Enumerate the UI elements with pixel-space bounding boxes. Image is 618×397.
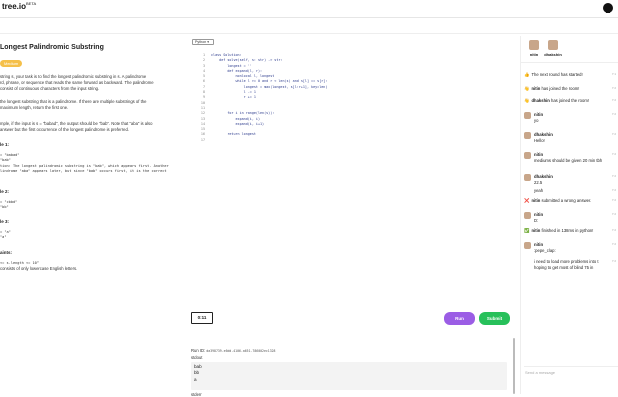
avatar [524,212,531,219]
example-output: "bab" [0,158,11,162]
example-3-title: le 3: [0,219,10,224]
message-text: i need to load more problems into t hopi… [534,259,599,270]
top-bar: tree.ioBETA [0,0,618,18]
timer-display: 0:11 [191,312,213,324]
chat-input[interactable]: Send a message [524,366,618,378]
avatar [524,112,531,119]
member-name: nitin [529,52,539,57]
avatar [524,242,531,249]
example-1-title: le 1: [0,142,10,147]
message-text: nitin has joined the room! [531,86,580,91]
member-nitin[interactable]: nitin [524,40,544,57]
language-select[interactable]: Python ▾ [192,39,214,45]
message-text: :pepe_clap: [534,247,556,253]
problem-title: Longest Palindromic Substring [0,44,104,51]
system-message: 👍 The next round has started! 7:1 [524,72,616,78]
chat-message: nitin D: 7:2 [524,212,616,223]
message-icon: ❌ [524,198,530,203]
message-time: 7:2 [611,242,616,246]
message-icon: 👍 [524,72,530,77]
message-text: D: [534,217,539,223]
stdout-line: a [194,376,197,382]
message-text: nitin submitted a wrong answer. [531,198,592,203]
message-time: 7:2 [611,212,616,216]
member-name: dhakshin [544,52,562,57]
example-explanation: lindrome "aba" appears later, but since … [0,169,167,173]
message-time: 7:2 [611,188,616,192]
code-editor[interactable]: class Solution: def solve(self, s: str) … [211,53,327,143]
message-icon: 👋 [524,98,530,103]
output-scrollbar[interactable] [513,338,515,394]
problem-panel: Longest Palindromic Substring Medium str… [0,36,184,394]
avatar [529,40,539,50]
problem-desc-line: answer but the first occurrence of the l… [0,127,129,132]
message-text: 22.5 [534,179,543,185]
example-2-title: le 2: [0,189,10,194]
output-panel: Run ID: da398739-e6dd-4106-a651-786002ec… [189,344,515,397]
system-message: i need to load more problems into t hopi… [524,259,616,270]
constraints-title: aints: [0,250,13,255]
stdout-label: stdout [191,355,203,360]
chat-message: nitin:pepe_clap: 7:2 [524,242,616,253]
system-message: yeah 7:2 [524,188,616,194]
message-text: dhakshin has joined the room! [531,98,589,103]
divider [521,62,618,63]
avatar [524,132,531,139]
code-editor-panel: Python ▾ 1 2 3 4 5 6 7 8 9 10 11 12 13 14 15 16 17 class… [189,36,515,336]
message-text: yeah [534,188,544,193]
chat-message: nitin yo 7:2 [524,112,616,123]
submit-button[interactable]: Submit [479,312,510,325]
avatar [548,40,558,50]
message-text: nitin finished in 138ms in python! [531,228,594,233]
member-dhakshin[interactable]: dhakshin [543,40,563,57]
system-message: 👋 nitin has joined the room! 7:2 [524,86,616,92]
message-time: 7:2 [611,98,616,102]
message-time: 7:2 [611,132,616,136]
message-time: 7:2 [611,112,616,116]
chat-message: nitin mediums should be given 20 min tbh 7… [524,152,616,163]
chat-message: dhakshin Hello! 7:2 [524,132,616,143]
example-output: "a" [0,235,7,239]
difficulty-badge: Medium [0,60,23,67]
message-time: 7:2 [611,152,616,156]
message-time: 7:2 [611,259,616,263]
code-line: while l >= 0 and r < len(s) and s[l] == … [211,79,328,84]
message-icon: 👋 [524,86,530,91]
problem-desc-line: maximum length, return the first one. [0,105,69,110]
line-numbers: 1 2 3 4 5 6 7 8 9 10 11 12 13 14 15 16 17 [195,53,205,143]
message-text: yo [534,117,539,123]
sub-toolbar [0,18,618,34]
example-output: "bb" [0,205,9,209]
message-text: Hello! [534,137,545,143]
github-icon[interactable] [603,3,613,13]
message-time: 7:2 [611,198,616,202]
run-id: Run ID: da398739-e6dd-4106-a651-786002ec… [191,348,276,353]
stdout-box: bab bb a [191,362,507,390]
run-button[interactable]: Run [444,312,475,325]
brand-logo[interactable]: tree.ioBETA [2,1,36,11]
stderr-label: stderr [191,392,202,397]
system-message: ✅ nitin finished in 138ms in python! 7:2 [524,228,616,234]
message-text: mediums should be given 20 min tbh [534,157,603,163]
message-time: 7:2 [611,174,616,178]
chat-panel: nitin dhakshin 👍 The next round has starte… [520,36,618,394]
message-time: 7:2 [611,86,616,90]
message-time: 7:1 [611,72,616,76]
constraint-item: consists of only lowercase English lette… [0,266,78,271]
message-text: The next round has started! [531,72,583,77]
system-message: 👋 dhakshin has joined the room! 7:2 [524,98,616,104]
system-message: ❌ nitin submitted a wrong answer. 7:2 [524,198,616,204]
problem-desc-line: consist of continuous characters from th… [0,86,100,91]
avatar [524,174,531,181]
message-icon: ✅ [524,228,530,233]
line-number: 17 [200,137,205,142]
chat-message: dhakshin 22.5 7:2 [524,174,616,185]
avatar [524,152,531,159]
message-time: 7:2 [611,228,616,232]
